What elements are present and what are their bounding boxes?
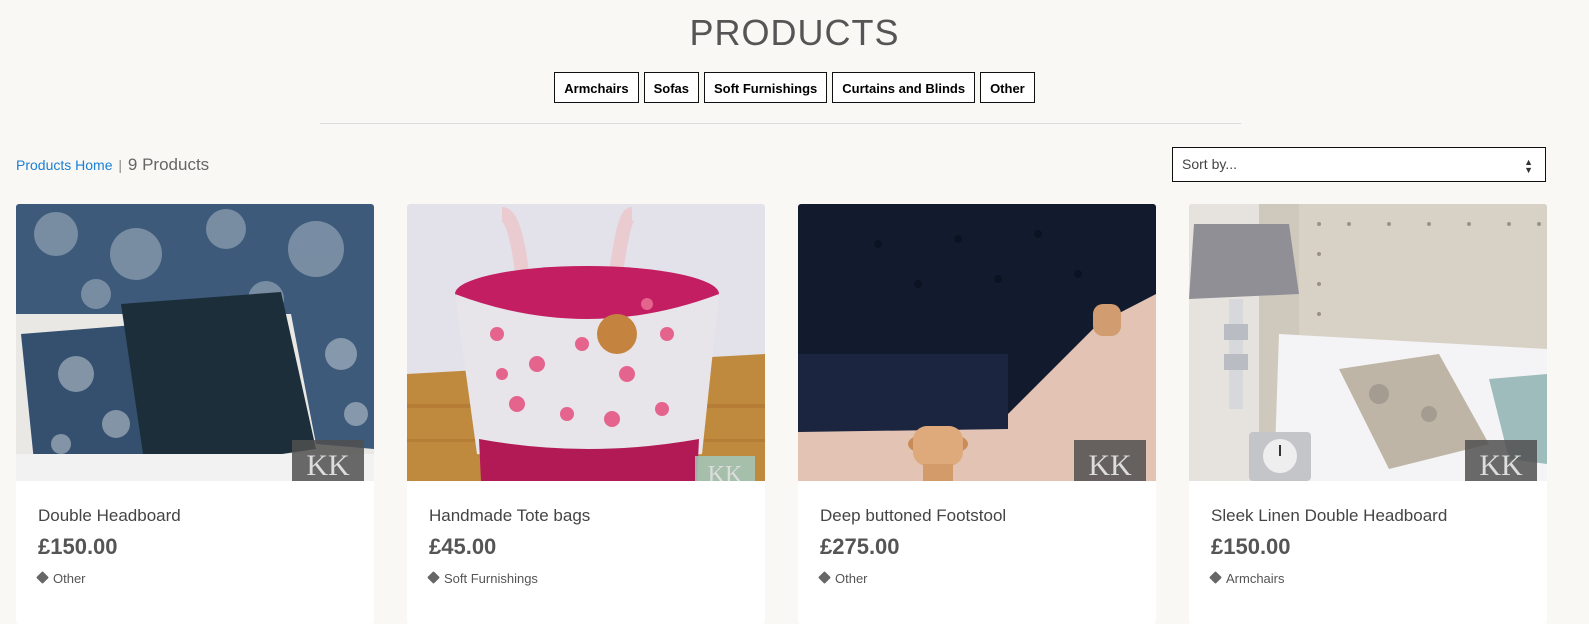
tag-icon xyxy=(818,571,831,584)
product-image[interactable]: KK xyxy=(16,204,374,481)
products-home-link[interactable]: Products Home xyxy=(16,157,112,173)
product-name[interactable]: Sleek Linen Double Headboard xyxy=(1211,506,1447,526)
product-category-label: Other xyxy=(53,571,86,586)
brand-logo: KK xyxy=(695,456,755,481)
breadcrumb-separator: | xyxy=(118,157,123,173)
product-price: £45.00 xyxy=(429,534,497,559)
product-name[interactable]: Double Headboard xyxy=(38,506,181,526)
product-category[interactable]: Other xyxy=(36,571,86,586)
divider xyxy=(320,123,1241,124)
product-category-label: Armchairs xyxy=(1226,571,1285,586)
product-count: 9 Products xyxy=(127,155,210,174)
product-price: £150.00 xyxy=(38,534,118,559)
product-card[interactable]: KK Deep buttoned Footstool £275.00 Other xyxy=(798,204,1156,624)
product-image[interactable]: KK xyxy=(1189,204,1547,481)
category-button-curtains-blinds[interactable]: Curtains and Blinds xyxy=(832,72,976,103)
category-button-soft-furnishings[interactable]: Soft Furnishings xyxy=(703,72,828,103)
product-category-label: Soft Furnishings xyxy=(444,571,538,586)
category-nav: Armchairs Sofas Soft Furnishings Curtain… xyxy=(0,72,1589,103)
category-button-other[interactable]: Other xyxy=(980,72,1035,103)
product-category[interactable]: Other xyxy=(818,571,868,586)
brand-logo: KK xyxy=(1074,440,1146,481)
product-card[interactable]: KK Sleek Linen Double Headboard £150.00 … xyxy=(1189,204,1547,624)
tag-icon xyxy=(1209,571,1222,584)
product-card[interactable]: KK Double Headboard £150.00 Other xyxy=(16,204,374,624)
brand-logo: KK xyxy=(292,440,364,481)
category-button-sofas[interactable]: Sofas xyxy=(643,72,699,103)
breadcrumb: Products Home | 9 Products xyxy=(16,155,209,175)
sort-select[interactable]: Sort by... ▲ ▼ xyxy=(1172,147,1546,182)
page-title: PRODUCTS xyxy=(689,12,900,53)
sort-arrows-icon: ▲ ▼ xyxy=(1524,157,1533,175)
product-category[interactable]: Soft Furnishings xyxy=(427,571,538,586)
product-image[interactable]: KK xyxy=(798,204,1156,481)
sort-selected-value: Sort by... xyxy=(1182,156,1237,172)
category-button-armchairs[interactable]: Armchairs xyxy=(554,72,639,103)
tag-icon xyxy=(427,571,440,584)
product-name[interactable]: Deep buttoned Footstool xyxy=(820,506,1006,526)
tag-icon xyxy=(36,571,49,584)
brand-logo: KK xyxy=(1465,440,1537,481)
product-category-label: Other xyxy=(835,571,868,586)
product-price: £275.00 xyxy=(820,534,900,559)
product-category[interactable]: Armchairs xyxy=(1209,571,1285,586)
product-grid: KK Double Headboard £150.00 Other KK Han… xyxy=(16,204,1547,624)
product-image[interactable]: KK xyxy=(407,204,765,481)
product-price: £150.00 xyxy=(1211,534,1291,559)
product-card[interactable]: KK Handmade Tote bags £45.00 Soft Furnis… xyxy=(407,204,765,624)
product-name[interactable]: Handmade Tote bags xyxy=(429,506,590,526)
